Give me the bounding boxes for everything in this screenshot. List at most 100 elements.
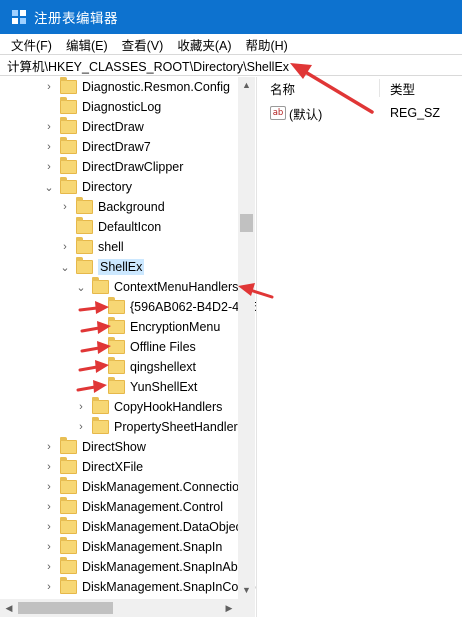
tree-item-label[interactable]: YunShellExt (130, 380, 197, 394)
tree-item-label[interactable]: DiskManagement.Control (82, 500, 223, 514)
tree-item[interactable]: › DirectXFile (44, 457, 143, 477)
expand-icon[interactable]: › (44, 457, 54, 477)
scroll-thumb[interactable] (18, 602, 113, 614)
expand-icon[interactable]: › (44, 157, 54, 177)
menu-file[interactable]: 文件(F) (4, 35, 59, 54)
expand-icon[interactable]: › (44, 557, 54, 577)
tree-item-contextmenuhandlers[interactable]: ⌄ ContextMenuHandlers (76, 277, 238, 297)
tree-item-label[interactable]: DirectDrawClipper (82, 160, 183, 174)
tree-horizontal-scrollbar[interactable]: ◀ ▶ (0, 599, 238, 617)
tree-item[interactable]: › DiskManagement.DataObject (44, 517, 245, 537)
tree-item[interactable]: DefaultIcon (60, 217, 161, 237)
address-path[interactable]: 计算机\HKEY_CLASSES_ROOT\Directory\ShellEx (7, 56, 289, 75)
scroll-left-icon[interactable]: ◀ (2, 599, 16, 617)
expand-icon[interactable]: › (60, 237, 70, 257)
tree-item-label[interactable]: ShellEx (98, 259, 145, 275)
scroll-right-icon[interactable]: ▶ (222, 599, 236, 617)
tree-item-label[interactable]: PropertySheetHandlers (114, 420, 244, 434)
list-item[interactable]: ab (默认) REG_SZ (258, 103, 462, 123)
expand-icon[interactable]: › (44, 137, 54, 157)
expand-icon[interactable]: › (44, 477, 54, 497)
tree-item[interactable]: › Background (60, 197, 165, 217)
values-list: 名称 类型 ab (默认) REG_SZ (258, 77, 462, 617)
menu-help[interactable]: 帮助(H) (238, 35, 294, 54)
tree-item[interactable]: › DiskManagement.Connection (44, 477, 246, 497)
expand-icon (92, 317, 102, 337)
folder-icon (60, 497, 77, 514)
tree-item[interactable]: qingshellext (92, 357, 196, 377)
tree-item[interactable]: › DirectDrawClipper (44, 157, 183, 177)
tree-item[interactable]: › PropertySheetHandlers (76, 417, 244, 437)
expand-icon[interactable]: › (44, 437, 54, 457)
expand-icon[interactable]: › (44, 577, 54, 597)
expand-icon[interactable]: › (60, 197, 70, 217)
tree-item[interactable]: YunShellExt (92, 377, 197, 397)
tree-item-label[interactable]: ContextMenuHandlers (114, 280, 238, 294)
menu-view[interactable]: 查看(V) (115, 35, 171, 54)
tree-item[interactable]: › DiskManagement.Control (44, 497, 223, 517)
tree-item-label[interactable]: Offline Files (130, 340, 196, 354)
column-divider[interactable] (379, 79, 380, 97)
address-bar[interactable]: 计算机\HKEY_CLASSES_ROOT\Directory\ShellEx (0, 54, 462, 76)
tree-item[interactable]: › shell (60, 237, 124, 257)
tree-item-label[interactable]: DiskManagement.DataObject (82, 520, 245, 534)
tree-item-label[interactable]: DirectDraw (82, 120, 144, 134)
tree-item[interactable]: › DirectDraw (44, 117, 144, 137)
folder-icon (60, 537, 77, 554)
tree-item-label[interactable]: DiskManagement.SnapIn (82, 540, 222, 554)
folder-icon (92, 397, 109, 414)
tree-item[interactable]: › DiskManagement.SnapInComponent (44, 577, 256, 597)
tree-item-label[interactable]: qingshellext (130, 360, 196, 374)
tree-item[interactable]: › DirectDraw7 (44, 137, 151, 157)
collapse-icon[interactable]: ⌄ (60, 257, 70, 277)
tree-vertical-scrollbar[interactable]: ▲ ▼ (238, 77, 255, 599)
collapse-icon[interactable]: ⌄ (44, 177, 54, 197)
tree-item-label[interactable]: shell (98, 240, 124, 254)
folder-icon (108, 317, 125, 334)
menu-edit[interactable]: 编辑(E) (59, 35, 115, 54)
tree-item-label[interactable]: EncryptionMenu (130, 320, 220, 334)
expand-icon[interactable]: › (44, 117, 54, 137)
column-header-name[interactable]: 名称 (270, 79, 295, 98)
expand-icon[interactable]: › (44, 517, 54, 537)
tree-item[interactable]: {596AB062-B4D2-4215-9F74-E9109B0A8153} (92, 297, 256, 317)
menu-bar: 文件(F) 编辑(E) 查看(V) 收藏夹(A) 帮助(H) (0, 34, 462, 54)
tree-item-label[interactable]: Diagnostic.Resmon.Config (82, 80, 230, 94)
expand-icon[interactable]: › (76, 397, 86, 417)
expand-icon[interactable]: › (44, 537, 54, 557)
folder-icon (60, 457, 77, 474)
tree-item-label[interactable]: Directory (82, 180, 132, 194)
tree-item-label[interactable]: DiskManagement.SnapInAbout (82, 560, 255, 574)
expand-icon[interactable]: › (76, 417, 86, 437)
scroll-down-icon[interactable]: ▼ (238, 582, 255, 599)
expand-icon[interactable]: › (44, 497, 54, 517)
tree-item-label[interactable]: DiagnosticLog (82, 100, 161, 114)
menu-favorites[interactable]: 收藏夹(A) (170, 35, 238, 54)
tree-item[interactable]: Offline Files (92, 337, 196, 357)
expand-icon[interactable]: › (44, 77, 54, 97)
collapse-icon[interactable]: ⌄ (76, 277, 86, 297)
tree-item[interactable]: › DiskManagement.SnapInAbout (44, 557, 255, 577)
expand-icon (92, 377, 102, 397)
tree-item-label[interactable]: DiskManagement.SnapInComponent (82, 580, 256, 594)
tree-item[interactable]: DiagnosticLog (44, 97, 161, 117)
tree-item-shellex-selected[interactable]: ⌄ ShellEx (60, 257, 145, 277)
tree-item[interactable]: › DiskManagement.SnapIn (44, 537, 222, 557)
tree-item-label[interactable]: DiskManagement.Connection (82, 480, 246, 494)
tree-item-label[interactable]: DirectShow (82, 440, 146, 454)
tree-item[interactable]: › Diagnostic.Resmon.Config (44, 77, 230, 97)
value-type: REG_SZ (390, 106, 441, 120)
tree-item-label[interactable]: DirectXFile (82, 460, 143, 474)
tree-item-label[interactable]: CopyHookHandlers (114, 400, 222, 414)
folder-icon (92, 277, 109, 294)
tree-item-directory[interactable]: ⌄ Directory (44, 177, 132, 197)
tree-item-label[interactable]: DirectDraw7 (82, 140, 151, 154)
tree-item-label[interactable]: Background (98, 200, 165, 214)
column-header-type[interactable]: 类型 (390, 79, 415, 98)
tree-item-label[interactable]: DefaultIcon (98, 220, 161, 234)
tree-item[interactable]: › DirectShow (44, 437, 146, 457)
scroll-up-icon[interactable]: ▲ (238, 77, 255, 94)
tree-item[interactable]: EncryptionMenu (92, 317, 220, 337)
tree-item[interactable]: › CopyHookHandlers (76, 397, 222, 417)
scroll-thumb[interactable] (240, 214, 253, 232)
